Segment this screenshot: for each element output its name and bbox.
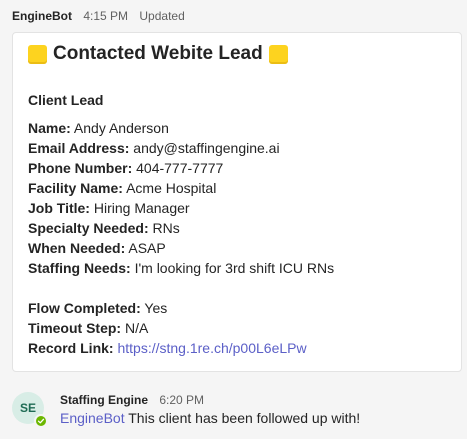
section-label: Client Lead — [28, 92, 104, 108]
flow-fields: Flow Completed: Yes Timeout Step: N/A Re… — [28, 298, 307, 358]
field-email: Email Address: andy@staffingengine.ai — [28, 140, 280, 156]
yellow-square-icon — [268, 44, 288, 64]
reply-sender-name[interactable]: Staffing Engine — [60, 393, 148, 407]
reply-body: EngineBot This client has been followed … — [60, 409, 360, 427]
field-phone: Phone Number: 404-777-7777 — [28, 160, 224, 176]
lead-fields: Name: Andy Anderson Email Address: andy@… — [28, 118, 334, 278]
field-timeout-step: Timeout Step: N/A — [28, 320, 149, 336]
field-facility: Facility Name: Acme Hospital — [28, 180, 217, 196]
field-staffing-needs: Staffing Needs: I'm looking for 3rd shif… — [28, 260, 335, 276]
field-record-link: Record Link: https://stng.1re.ch/p00L6eL… — [28, 340, 307, 356]
reply-message: SE Staffing Engine 6:20 PM EngineBot Thi… — [12, 392, 462, 436]
field-specialty: Specialty Needed: RNs — [28, 220, 180, 236]
field-name: Name: Andy Anderson — [28, 120, 169, 136]
field-flow-completed: Flow Completed: Yes — [28, 300, 168, 316]
reply-text: This client has been followed up with! — [128, 410, 361, 426]
adaptive-card: Contacted Webite Lead Client Lead Name: … — [12, 32, 462, 372]
reply-time: 6:20 PM — [159, 393, 205, 407]
card-title: Contacted Webite Lead — [28, 42, 288, 66]
presence-available-icon — [34, 414, 48, 428]
yellow-square-icon — [28, 44, 47, 64]
mention-enginebot[interactable]: EngineBot — [60, 410, 125, 426]
field-when-needed: When Needed: ASAP — [28, 240, 166, 256]
record-link[interactable]: https://stng.1re.ch/p00L6eLPw — [117, 340, 306, 356]
card-title-text: Contacted Webite Lead — [53, 43, 263, 64]
reply-header: Staffing Engine 6:20 PM — [60, 392, 204, 408]
sender-name[interactable]: EngineBot — [12, 9, 72, 23]
message-header: EngineBot 4:15 PM Updated — [12, 8, 185, 24]
field-job-title: Job Title: Hiring Manager — [28, 200, 190, 216]
updated-label: Updated — [139, 9, 185, 23]
message-time: 4:15 PM — [83, 9, 129, 23]
